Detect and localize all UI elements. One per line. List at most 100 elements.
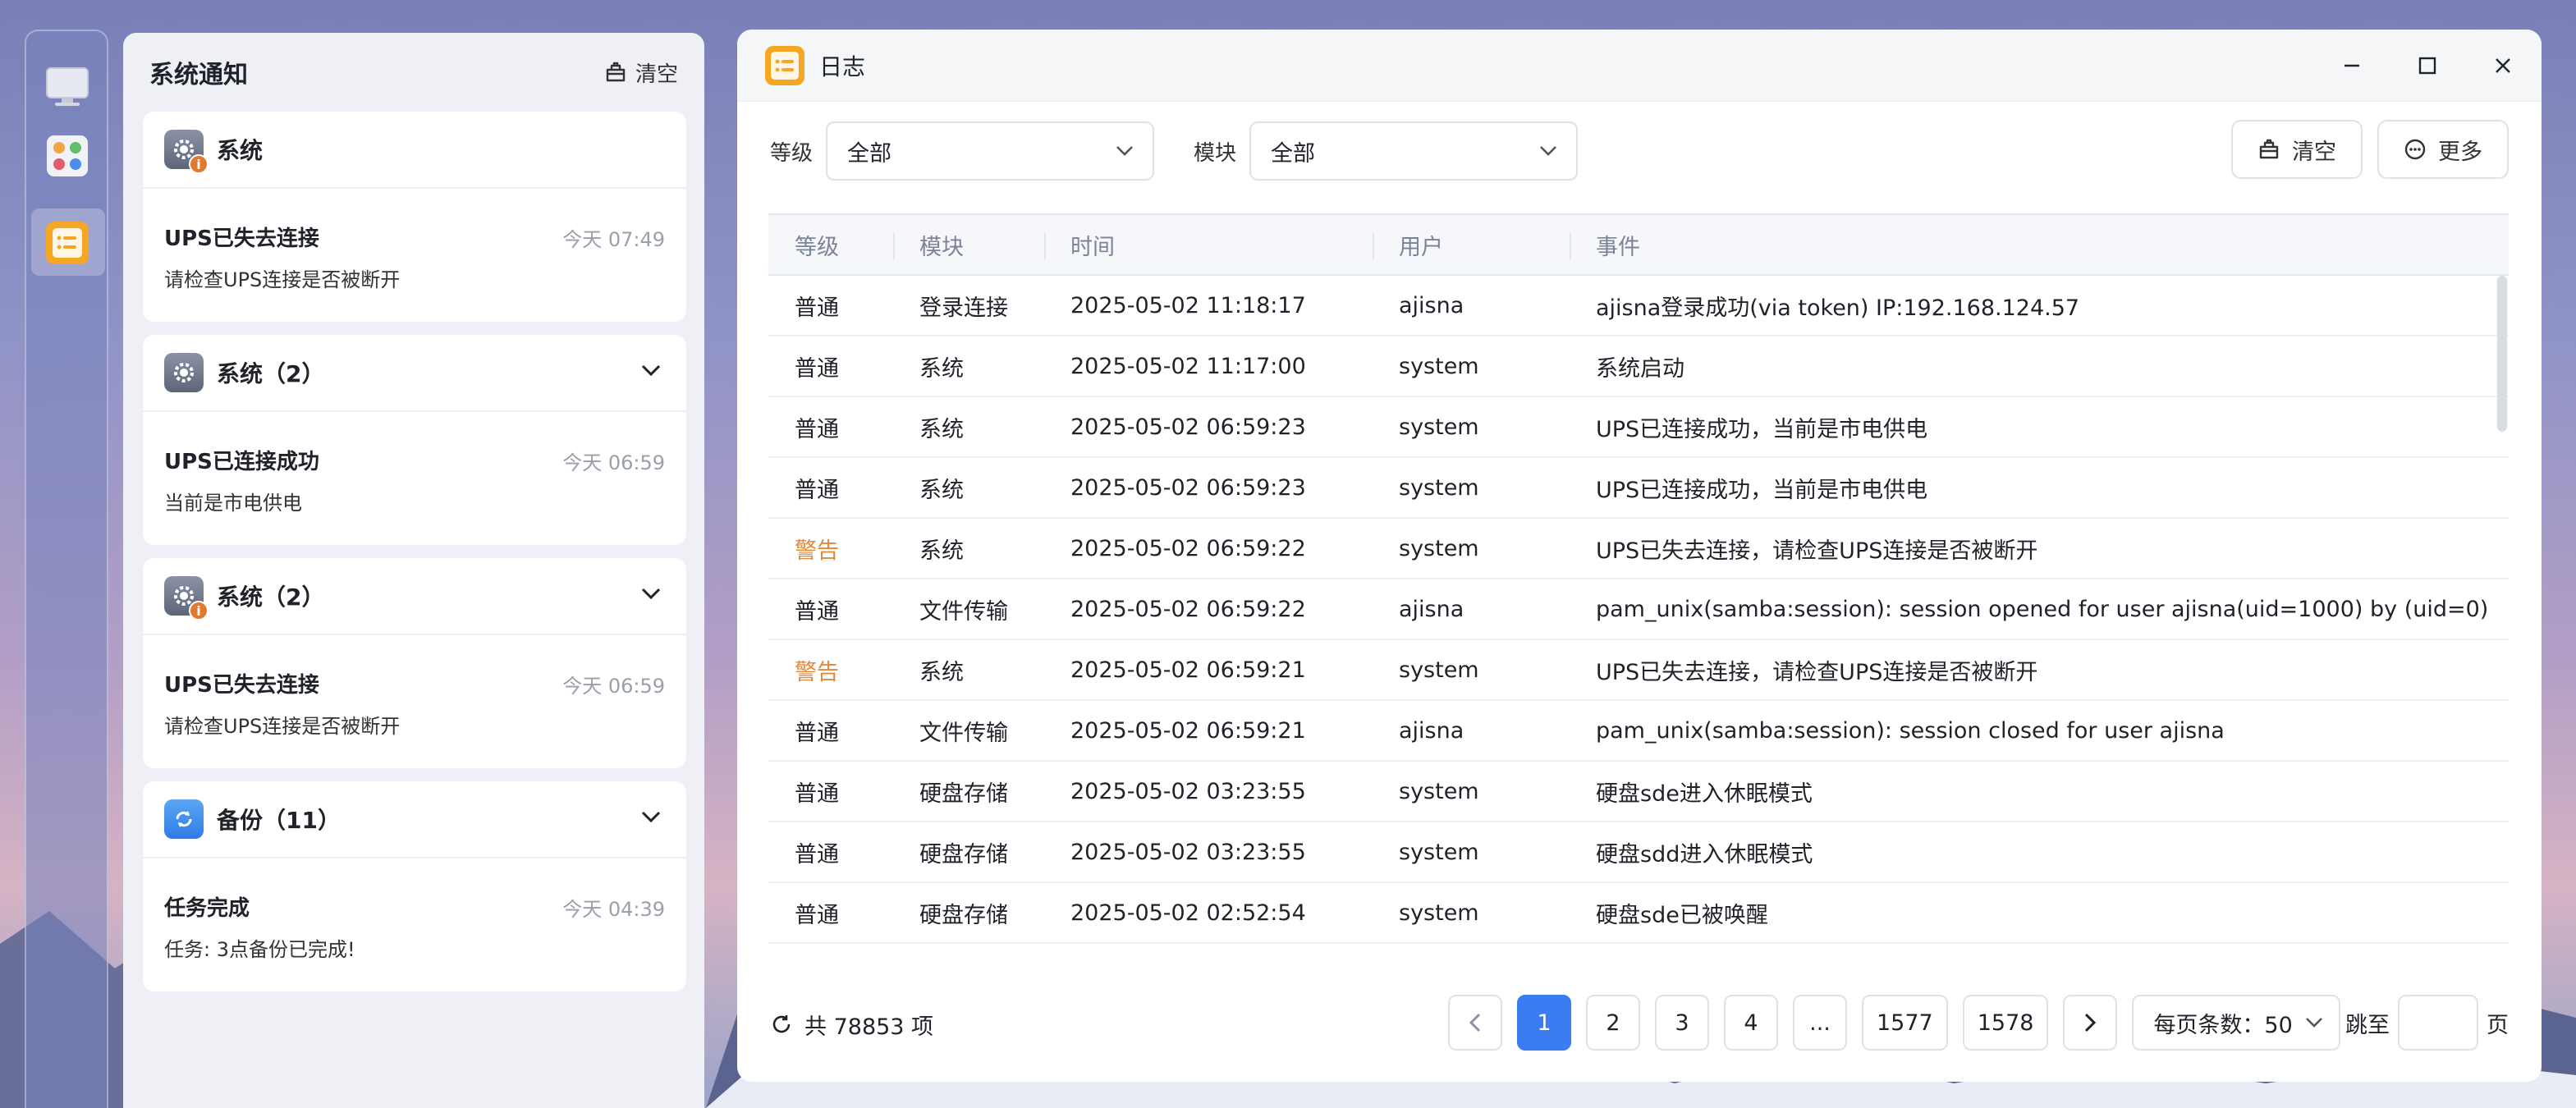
- notification-panel: 系统通知 清空 i 系统 UPS已失去连接 今天 07:49 请检查UPS连接是…: [123, 33, 704, 1108]
- notification-card-header[interactable]: i 系统: [143, 112, 686, 189]
- close-button[interactable]: [2489, 49, 2517, 82]
- notification-message[interactable]: UPS已失去连接 今天 06:59 请检查UPS连接是否被断开: [143, 635, 686, 768]
- table-row[interactable]: 普通 系统 2025-05-02 06:59:23 system UPS已连接成功，当前…: [768, 397, 2509, 458]
- jump-page-input[interactable]: [2398, 995, 2478, 1051]
- chevron-left-icon: [1469, 1013, 1481, 1032]
- table-row[interactable]: 普通 硬盘存储 2025-05-02 02:52:54 system 硬盘sde已被唤醒: [768, 883, 2509, 944]
- notification-card: 系统（2） UPS已连接成功 今天 06:59 当前是市电供电: [143, 335, 686, 545]
- cell-event: ajisna登录成功(via token) IP:192.168.124.57: [1596, 295, 2080, 321]
- notification-message[interactable]: UPS已连接成功 今天 06:59 当前是市电供电: [143, 412, 686, 545]
- cell-module: 系统: [919, 538, 964, 564]
- cell-event: UPS已失去连接，请检查UPS连接是否被断开: [1596, 659, 2038, 685]
- level-select-value: 全部: [847, 140, 892, 167]
- clear-logs-button[interactable]: 清空: [2231, 120, 2363, 179]
- table-row[interactable]: 普通 文件传输 2025-05-02 06:59:21 ajisna pam_unix(…: [768, 701, 2509, 762]
- maximize-button[interactable]: [2413, 49, 2441, 82]
- table-row[interactable]: 普通 登录连接 2025-05-02 11:18:17 ajisna ajisna登录成…: [768, 276, 2509, 337]
- cell-event: UPS已连接成功，当前是市电供电: [1596, 416, 1928, 442]
- more-label: 更多: [2438, 139, 2482, 165]
- notification-app-name: 备份（11）: [217, 807, 341, 834]
- cell-level: 普通: [795, 477, 839, 503]
- prev-page-button[interactable]: [1448, 995, 1502, 1051]
- cell-level: 普通: [795, 902, 839, 928]
- chevron-down-icon: [1540, 146, 1556, 156]
- table-scrollbar[interactable]: [2497, 276, 2507, 432]
- cell-event: UPS已连接成功，当前是市电供电: [1596, 477, 1928, 503]
- chevron-right-icon: [2085, 1013, 2097, 1032]
- cell-event: pam_unix(samba:session): session opened …: [1596, 596, 2489, 622]
- column-header-module[interactable]: 模块: [893, 215, 1044, 274]
- table-body: 普通 登录连接 2025-05-02 11:18:17 ajisna ajisna登录成…: [768, 276, 2509, 944]
- next-page-button[interactable]: [2063, 995, 2118, 1051]
- window-titlebar[interactable]: 日志: [737, 30, 2542, 102]
- minimize-icon: [2345, 64, 2359, 67]
- table-row[interactable]: 普通 硬盘存储 2025-05-02 03:23:55 system 硬盘sde进入休眠…: [768, 762, 2509, 822]
- clear-icon: [2259, 139, 2279, 159]
- column-header-event[interactable]: 事件: [1570, 215, 2509, 274]
- cell-level: 普通: [795, 355, 839, 382]
- cell-module: 文件传输: [919, 598, 1008, 625]
- page-button-2[interactable]: 2: [1586, 995, 1640, 1051]
- chevron-down-icon[interactable]: [640, 809, 662, 824]
- total-count-text: 共 78853 项: [804, 1014, 934, 1040]
- table-row[interactable]: 普通 文件传输 2025-05-02 06:59:22 ajisna pam_unix(…: [768, 579, 2509, 640]
- page-ellipsis[interactable]: ...: [1793, 995, 1847, 1051]
- table-row[interactable]: 普通 系统 2025-05-02 06:59:23 system UPS已连接成功，当前…: [768, 458, 2509, 519]
- page-button-1577[interactable]: 1577: [1862, 995, 1948, 1051]
- notification-message[interactable]: 任务完成 今天 04:39 任务: 3点备份已完成!: [143, 858, 686, 991]
- cell-module: 硬盘存储: [919, 781, 1008, 807]
- cell-time: 2025-05-02 11:18:17: [1070, 292, 1306, 318]
- notification-card: i 系统（2） UPS已失去连接 今天 06:59 请检查UPS连接是否被断开: [143, 558, 686, 768]
- notification-title: 系统通知: [149, 61, 248, 89]
- column-header-level[interactable]: 等级: [768, 215, 893, 274]
- cell-module: 登录连接: [919, 295, 1008, 321]
- table-row[interactable]: 普通 系统 2025-05-02 11:17:00 system 系统启动: [768, 337, 2509, 397]
- per-page-select[interactable]: 每页条数：50: [2132, 995, 2340, 1051]
- notification-message[interactable]: UPS已失去连接 今天 07:49 请检查UPS连接是否被断开: [143, 189, 686, 322]
- cell-time: 2025-05-02 06:59:21: [1070, 657, 1306, 683]
- app-center-icon[interactable]: [44, 133, 90, 179]
- refresh-icon[interactable]: [770, 1013, 793, 1036]
- page-button-1[interactable]: 1: [1517, 995, 1571, 1051]
- table-row[interactable]: 警告 系统 2025-05-02 06:59:22 system UPS已失去连接，请检…: [768, 519, 2509, 579]
- notification-card-header[interactable]: 备份（11）: [143, 781, 686, 858]
- log-app-icon[interactable]: [44, 220, 90, 266]
- cell-level: 普通: [795, 416, 839, 442]
- table-row[interactable]: 警告 系统 2025-05-02 06:59:21 system UPS已失去连接，请检…: [768, 640, 2509, 701]
- cell-time: 2025-05-02 06:59:22: [1070, 535, 1306, 561]
- notification-time: 今天 06:59: [562, 451, 665, 474]
- notification-header: 系统通知 清空: [123, 33, 704, 112]
- notification-card-header[interactable]: i 系统（2）: [143, 558, 686, 635]
- total-count: 共 78853 项: [770, 1009, 933, 1041]
- page-button-1578[interactable]: 1578: [1962, 995, 2049, 1051]
- page-button-3[interactable]: 3: [1655, 995, 1709, 1051]
- cell-time: 2025-05-02 06:59:23: [1070, 414, 1306, 440]
- desktop-icon[interactable]: [44, 64, 90, 110]
- cell-user: system: [1399, 657, 1479, 683]
- notification-clear-button[interactable]: 清空: [604, 57, 678, 88]
- notification-card-header[interactable]: 系统（2）: [143, 335, 686, 412]
- more-button[interactable]: 更多: [2377, 120, 2509, 179]
- module-select[interactable]: 全部: [1249, 121, 1579, 181]
- cell-module: 硬盘存储: [919, 902, 1008, 928]
- notification-clear-label: 清空: [635, 62, 678, 87]
- chevron-down-icon[interactable]: [640, 363, 662, 378]
- cell-module: 系统: [919, 355, 964, 382]
- module-filter-label: 模块: [1194, 140, 1237, 166]
- log-table: 等级 模块 时间 用户 事件 普通 登录连接 2025-05-02 11:18:17…: [768, 213, 2509, 982]
- level-filter-label: 等级: [770, 140, 814, 166]
- notification-message-text: 请检查UPS连接是否被断开: [164, 715, 401, 738]
- column-header-user[interactable]: 用户: [1373, 215, 1570, 274]
- chevron-down-icon: [1116, 146, 1133, 156]
- cell-level: 普通: [795, 598, 839, 625]
- chevron-down-icon[interactable]: [640, 586, 662, 601]
- cell-time: 2025-05-02 03:23:55: [1070, 839, 1306, 865]
- column-header-time[interactable]: 时间: [1044, 215, 1373, 274]
- page-button-4[interactable]: 4: [1724, 995, 1778, 1051]
- cell-event: UPS已失去连接，请检查UPS连接是否被断开: [1596, 538, 2038, 564]
- more-icon: [2404, 139, 2426, 160]
- minimize-button[interactable]: [2338, 49, 2366, 82]
- level-select[interactable]: 全部: [826, 121, 1155, 181]
- table-row[interactable]: 普通 硬盘存储 2025-05-02 03:23:55 system 硬盘sdd进入休眠…: [768, 822, 2509, 883]
- page-jump: 跳至 页: [2345, 995, 2509, 1051]
